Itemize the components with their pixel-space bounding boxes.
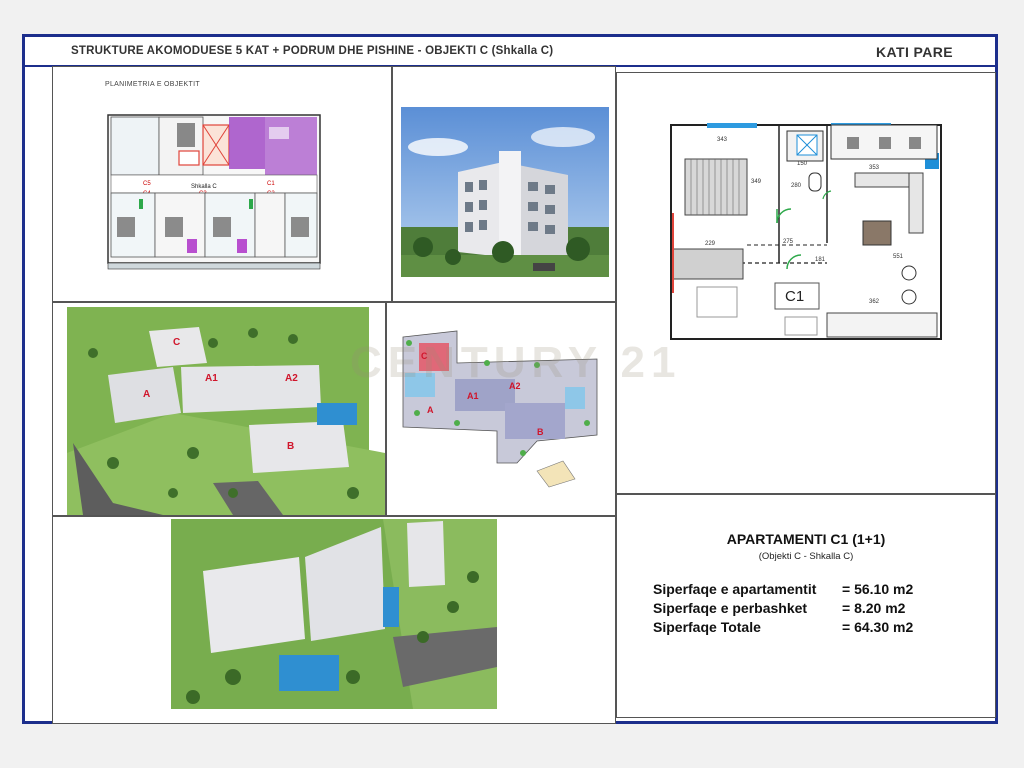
area-row-total: Siperfaqe Totale = 64.30 m2 [653,619,953,638]
unit-label-c1: C1 [267,181,275,187]
site-label-b: B [287,441,294,452]
dimension-label: 229 [705,241,716,247]
unit-label-c5: C5 [143,181,151,187]
title-bar: STRUKTURE AKOMODUESE 5 KAT + PODRUM DHE … [25,37,995,67]
building-floor-plan-panel: PLANIMETRIA E OBJEKTIT Shkalla C C5 C4 C… [52,66,392,302]
plan-label-c: C [421,351,428,361]
plan-label-b: B [537,427,544,437]
building-floor-plan: Shkalla C C5 C4 C3 C1 C2 [107,114,321,270]
apartment-summary-panel: APARTAMENTI C1 (1+1) (Objekti C - Shkall… [616,494,996,718]
area-label: Siperfaqe Totale [653,619,761,635]
dimension-label: 275 [783,239,794,245]
area-table: Siperfaqe e apartamentit = 56.10 m2 Sipe… [653,581,953,638]
unit-plan-label: C1 [785,288,804,305]
area-row-apartment: Siperfaqe e apartamentit = 56.10 m2 [653,581,953,600]
dimension-label: 353 [869,165,880,171]
dimension-label: 349 [751,179,762,185]
aerial-render-image [171,519,497,709]
site-label-c: C [173,337,180,348]
apartment-subtitle: (Objekti C - Shkalla C) [758,551,854,562]
plan-label-a2: A2 [509,381,521,391]
unit-floor-plan-panel: C1 343 349 229 275 362 353 551 150 280 1… [616,72,996,494]
area-label: Siperfaqe e apartamentit [653,581,817,597]
aerial-render-panel [52,516,616,724]
site-render-panel: C A A1 A2 B [52,302,386,516]
dimension-label: 150 [797,161,808,167]
area-value: = 56.10 m2 [842,581,914,597]
site-render-image: C A A1 A2 B [67,307,385,515]
site-plan-drawing: C A A1 A2 B [402,330,598,488]
dimension-label: 551 [893,254,904,260]
area-value: = 8.20 m2 [842,600,906,616]
stair-label: Shkalla C [191,184,217,190]
site-label-a1: A1 [205,373,218,384]
unit-floor-plan: C1 343 349 229 275 362 353 551 150 280 1… [670,123,942,340]
site-label-a: A [143,389,150,400]
dimension-label: 343 [717,137,728,143]
area-value: = 64.30 m2 [842,619,914,635]
building-render-image [401,107,609,277]
sheet-title: STRUKTURE AKOMODUESE 5 KAT + PODRUM DHE … [71,45,554,57]
dimension-label: 181 [815,257,826,263]
dimension-label: 280 [791,183,802,189]
plan-label-a1: A1 [467,391,479,401]
apartment-title: APARTAMENTI C1 (1+1) [726,531,886,547]
site-label-a2: A2 [285,373,298,384]
plan-label-a: A [427,405,434,415]
dimension-label: 362 [869,299,880,305]
floor-plan-caption: PLANIMETRIA E OBJEKTIT [105,81,200,88]
floor-title: KATI PARE [876,44,953,60]
building-render-panel [392,66,616,302]
site-plan-panel: C A A1 A2 B [386,302,616,516]
area-label: Siperfaqe e perbashket [653,600,808,616]
area-row-common: Siperfaqe e perbashket = 8.20 m2 [653,600,953,619]
